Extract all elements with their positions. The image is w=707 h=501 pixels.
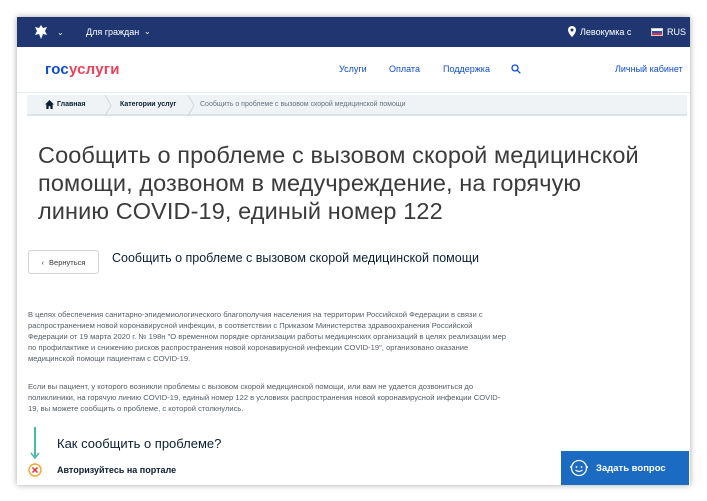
ask-question-label: Задать вопрос xyxy=(596,462,666,474)
home-icon xyxy=(45,100,54,109)
location-selector[interactable]: Левокумка с xyxy=(580,27,631,37)
intro-paragraph: В целях обеспечения санитарно-эпидемиоло… xyxy=(28,310,507,363)
info-paragraph: Если вы пациент, у которого возникли про… xyxy=(28,382,501,413)
browser-page: ⌄ Для граждан ⌄ Левокумка с RUS госуслуг… xyxy=(17,17,690,485)
how-to-report-heading: Как сообщить о проблеме? xyxy=(57,436,222,451)
nav-support[interactable]: Поддержка xyxy=(443,64,490,74)
back-button[interactable]: ‹ Вернуться xyxy=(28,250,99,274)
breadcrumb-separator xyxy=(187,95,195,116)
search-icon[interactable] xyxy=(511,64,521,74)
nav-payment[interactable]: Оплата xyxy=(389,64,420,74)
citizens-menu[interactable]: Для граждан xyxy=(86,27,139,37)
back-button-label: Вернуться xyxy=(49,257,86,267)
breadcrumb-current: Сообщить о проблеме с вызовом скорой мед… xyxy=(200,101,406,108)
chevron-down-icon[interactable]: ⌄ xyxy=(57,28,64,37)
personal-cabinet-link[interactable]: Личный кабинет xyxy=(615,64,683,74)
breadcrumb-home[interactable]: Главная xyxy=(57,101,85,108)
support-agent-icon xyxy=(570,459,588,477)
arrow-down-icon xyxy=(30,452,40,460)
page-title: Сообщить о проблеме с вызовом скорой мед… xyxy=(38,142,639,224)
nav-services[interactable]: Услуги xyxy=(339,64,367,74)
language-selector[interactable]: RUS xyxy=(667,27,686,37)
top-bar: ⌄ Для граждан ⌄ Левокумка с RUS xyxy=(17,17,690,47)
step-authorize: Авторизуйтесь на портале xyxy=(57,465,177,475)
chevron-left-icon: ‹ xyxy=(41,257,45,267)
close-circle-icon xyxy=(28,463,42,477)
location-pin-icon[interactable] xyxy=(568,26,576,37)
coat-of-arms-icon[interactable] xyxy=(33,24,49,40)
chevron-down-icon[interactable]: ⌄ xyxy=(144,27,151,36)
russia-flag-icon[interactable] xyxy=(651,28,663,36)
site-header: госуслуги Услуги Оплата Поддержка Личный… xyxy=(17,47,690,93)
section-subtitle: Сообщить о проблеме с вызовом скорой мед… xyxy=(112,251,479,265)
breadcrumb: Главная Категории услуг Сообщить о пробл… xyxy=(27,95,687,116)
breadcrumb-categories[interactable]: Категории услуг xyxy=(120,101,176,108)
breadcrumb-separator xyxy=(104,95,112,116)
gosuslugi-logo[interactable]: госуслуги xyxy=(45,61,120,78)
ask-question-button[interactable]: Задать вопрос xyxy=(561,451,689,485)
